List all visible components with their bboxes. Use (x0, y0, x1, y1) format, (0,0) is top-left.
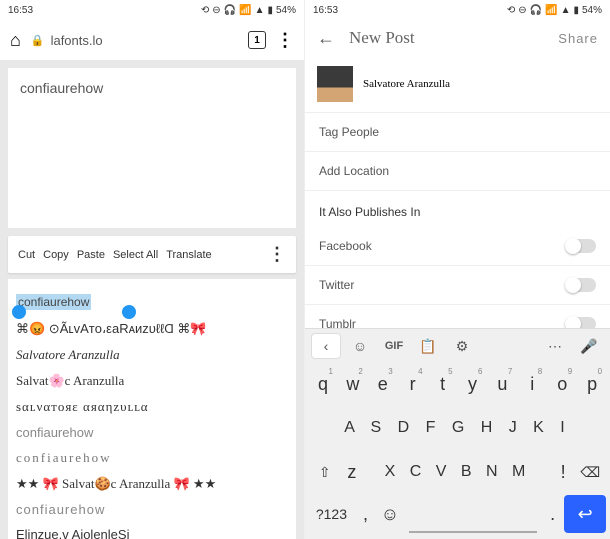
menu-icon[interactable]: ⋮ (276, 30, 294, 51)
cm-translate[interactable]: Translate (166, 249, 211, 261)
back-icon[interactable]: ← (317, 28, 335, 49)
key-e[interactable]: e3 (369, 365, 397, 403)
key-o[interactable]: o9 (548, 365, 576, 403)
key-y[interactable]: y6 (459, 365, 487, 403)
status-time: 16:53 (8, 5, 201, 16)
font-result[interactable]: confiaurehow (16, 502, 288, 517)
font-result[interactable]: confiaurehow (16, 425, 288, 440)
toggle-facebook[interactable] (566, 239, 596, 253)
kb-mic-icon[interactable]: 🎤 (574, 333, 604, 359)
font-result[interactable]: confiaurehow (16, 450, 288, 466)
kb-symbols-key[interactable]: ?123 (309, 495, 354, 533)
kb-enter-key[interactable]: ↩ (564, 495, 606, 533)
key-p[interactable]: p0 (578, 365, 606, 403)
font-result[interactable]: Elinzue.v AiolenleSi (16, 527, 288, 539)
kb-emoji-key[interactable]: ☺ (377, 495, 403, 533)
lock-icon: 🔒 (31, 34, 45, 47)
kb-gif-button[interactable]: GIF (379, 333, 409, 359)
url-bar[interactable]: 🔒 lafonts.lo (31, 33, 238, 48)
kb-space-key[interactable] (409, 495, 537, 533)
post-thumbnail[interactable] (317, 66, 353, 102)
context-menu: Cut Copy Paste Select All Translate ⋮ (8, 236, 296, 273)
share-button[interactable]: Share (558, 31, 598, 46)
key-period[interactable]: . (543, 495, 562, 533)
font-result[interactable]: ★★ 🎀 Salvat🍪c Aranzulla 🎀 ★★ (16, 476, 288, 492)
tab-count[interactable]: 1 (248, 31, 266, 49)
caption-input[interactable]: Salvatore Aranzulla (363, 78, 450, 90)
status-icons: ⟲⊖🎧📶▲▮54% (507, 5, 602, 16)
share-twitter-row[interactable]: Twitter (305, 266, 610, 305)
kb-settings-icon[interactable]: ⚙ (447, 333, 477, 359)
kb-sticker-icon[interactable]: ☺ (345, 333, 375, 359)
cm-select-all[interactable]: Select All (113, 249, 158, 261)
cm-cut[interactable]: Cut (18, 249, 35, 261)
key-i[interactable]: i8 (518, 365, 546, 403)
selected-text[interactable]: confiaurehow (16, 294, 91, 310)
key-r[interactable]: r4 (399, 365, 427, 403)
key-z[interactable]: z (342, 453, 361, 491)
home-icon[interactable]: ⌂ (10, 30, 21, 51)
kb-collapse-icon[interactable]: ‹ (311, 333, 341, 359)
key-comma[interactable]: , (356, 495, 375, 533)
section-label: It Also Publishes In (305, 191, 610, 227)
selection-handle-left[interactable] (12, 305, 26, 319)
keyboard: ‹ ☺ GIF 📋 ⚙ ⋯ 🎤 q1w2e3r4t5y6u7i8o9p0 A S… (305, 328, 610, 539)
key-w[interactable]: w2 (339, 365, 367, 403)
font-result[interactable]: sαʟναтoяε αяαηzυʟʟα (16, 399, 288, 415)
key-q[interactable]: q1 (309, 365, 337, 403)
toggle-twitter[interactable] (566, 278, 596, 292)
page-title: New Post (349, 28, 544, 48)
cm-copy[interactable]: Copy (43, 249, 69, 261)
font-result[interactable]: Salvat🌸c Aranzulla (16, 373, 288, 389)
tag-people-row[interactable]: Tag People (305, 113, 610, 152)
key-exclaim[interactable]: ! (554, 453, 573, 491)
input-textbox[interactable]: confiaurehow (8, 68, 296, 228)
selection-handle-right[interactable] (122, 305, 136, 319)
cm-paste[interactable]: Paste (77, 249, 105, 261)
share-facebook-row[interactable]: Facebook (305, 227, 610, 266)
kb-more-icon[interactable]: ⋯ (540, 333, 570, 359)
results-list: confiaurehow ⌘😡 ⊙ÃʟvAтo،εaRᴀиzυℓℓⱭ ⌘🎀 Sa… (8, 279, 296, 539)
status-time: 16:53 (313, 5, 507, 16)
cm-more-icon[interactable]: ⋮ (268, 244, 286, 265)
kb-row3[interactable]: X C V B N M (363, 453, 551, 491)
kb-shift-key[interactable]: ⇧ (309, 453, 340, 491)
key-t[interactable]: t5 (429, 365, 457, 403)
url-text: lafonts.lo (51, 33, 103, 48)
font-result[interactable]: Salvatore Aranzulla (16, 347, 288, 363)
kb-backspace-key[interactable]: ⌫ (575, 453, 606, 491)
key-u[interactable]: u7 (488, 365, 516, 403)
add-location-row[interactable]: Add Location (305, 152, 610, 191)
font-result[interactable]: ⌘😡 ⊙ÃʟvAтo،εaRᴀиzυℓℓⱭ ⌘🎀 (16, 321, 288, 337)
kb-clipboard-icon[interactable]: 📋 (413, 333, 443, 359)
kb-row2[interactable]: A S D F G H J K I (313, 409, 602, 447)
status-icons: ⟲⊖🎧📶▲▮54% (201, 5, 296, 16)
